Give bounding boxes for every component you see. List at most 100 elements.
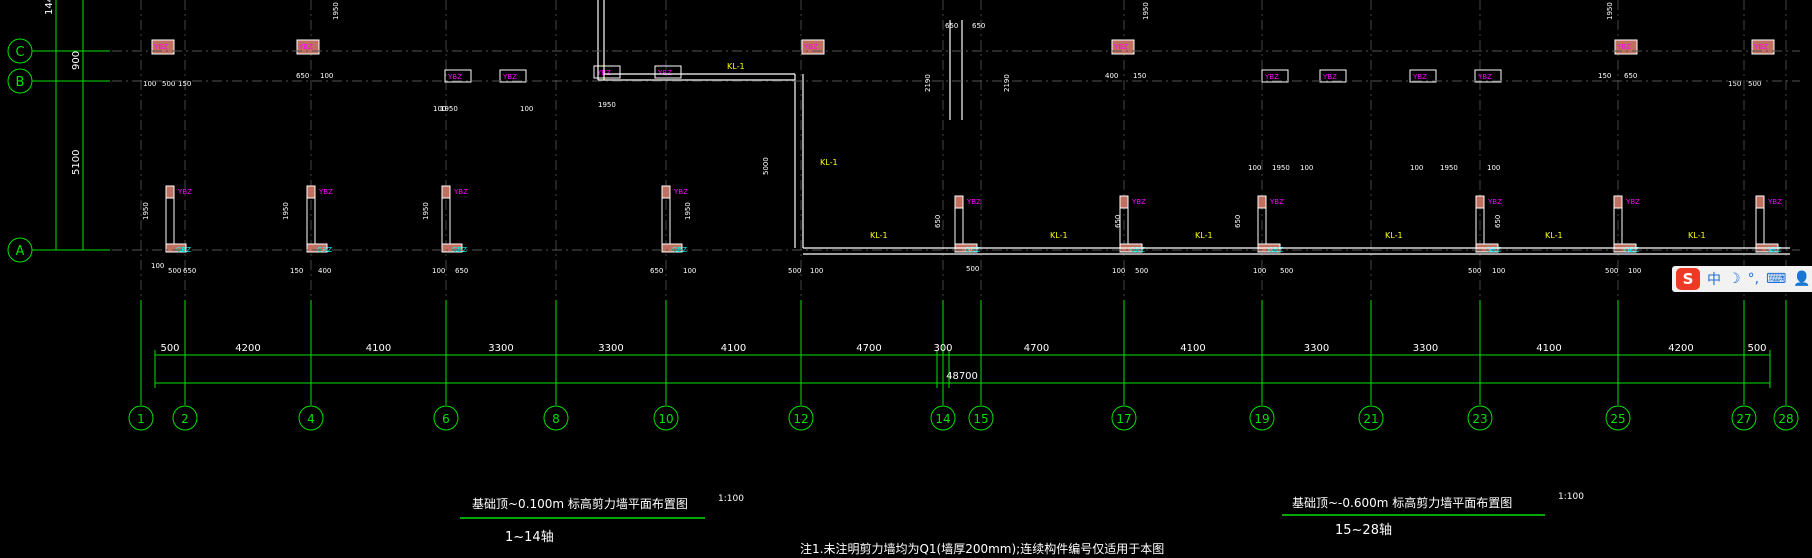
small-vdim-8: 2190 <box>924 74 932 92</box>
moon-icon[interactable]: ☽ <box>1728 271 1741 287</box>
segment-tag: YBZ <box>502 73 517 81</box>
corner-tag: YBZ <box>298 43 313 51</box>
title-left-block: 基础顶~0.100m 标高剪力墙平面布置图 1:100 1~14轴 <box>460 494 744 545</box>
row-bubble-c: C <box>7 38 33 64</box>
small-dim-27: 100 <box>1487 164 1500 172</box>
small-vdim-10: 650 <box>1114 215 1122 228</box>
keyboard-icon[interactable]: ⌨ <box>1766 271 1786 287</box>
small-dim-35: 400 <box>1105 72 1118 80</box>
wall-segment: YBZ <box>1474 69 1502 83</box>
dimension-lines: 500 4200 4100 3300 3300 4100 4700 300 4700 4100 33… <box>154 343 1771 388</box>
span-dim-8: 4700 <box>1024 343 1049 354</box>
small-dim-13: 500 <box>1135 267 1148 275</box>
title-left-scale: 1:100 <box>718 494 744 504</box>
small-vdim-6: 1950 <box>1606 2 1614 20</box>
span-dim-10: 3300 <box>1304 343 1329 354</box>
wall-segment: YBZ <box>1409 69 1437 83</box>
ime-toolbar[interactable]: S 中 ☽ °, ⌨ 👤 <box>1672 266 1812 292</box>
punctuation-icon[interactable]: °, <box>1748 271 1759 287</box>
dim-900: 900 <box>71 51 82 70</box>
small-dim-36: 150 <box>1133 72 1146 80</box>
row-a-label: A <box>16 244 25 259</box>
small-dim-17: 100 <box>1492 267 1505 275</box>
small-dim-7: 650 <box>650 267 663 275</box>
dim-5100: 5100 <box>71 150 82 175</box>
ybz-tag: YBZ <box>966 198 981 206</box>
axis-number-28: 28 <box>1778 412 1793 426</box>
span-dim-7: 300 <box>933 343 952 354</box>
axis-number-23: 23 <box>1472 412 1487 426</box>
small-vdim-7: 5000 <box>762 157 770 175</box>
ime-chinese-mode[interactable]: 中 <box>1707 269 1721 289</box>
ybz-tag: YBZ <box>1767 198 1782 206</box>
small-dim-26: 100 <box>1410 164 1423 172</box>
user-icon[interactable]: 👤 <box>1793 271 1810 287</box>
axis-number-19: 19 <box>1254 412 1269 426</box>
corner-tag: YBZ <box>1616 43 1631 51</box>
segment-tag: YBZ <box>1322 73 1337 81</box>
axis-number-14: 14 <box>935 412 950 426</box>
axis-number-1: 1 <box>137 412 145 426</box>
beam-label: KL-1 <box>870 231 888 240</box>
span-dim-6: 4700 <box>856 343 881 354</box>
span-dim-3: 3300 <box>488 343 513 354</box>
wall-segment: YBZ <box>654 65 682 79</box>
segment-tag: YBZ <box>657 69 672 77</box>
ybz-tag: YBZ <box>1131 198 1146 206</box>
drawing-note: 注1.未注明剪力墙均为Q1(墙厚200mm);连续构件编号仅适用于本图 <box>800 541 1164 556</box>
title-right-block: 基础顶~-0.600m 标高剪力墙平面布置图 1:100 15~28轴 <box>1282 492 1584 538</box>
ybz-tag: YBZ <box>453 188 468 196</box>
beam-label: KL-1 <box>1688 231 1706 240</box>
wall-corner: YBZ <box>1111 39 1135 55</box>
beam-label: KL-1 <box>1050 231 1068 240</box>
total-dim: 48700 <box>946 371 978 382</box>
beam-label: KL-1 <box>727 62 745 71</box>
axis-number-17: 17 <box>1116 412 1131 426</box>
small-vdim-13: 650 <box>934 215 942 228</box>
small-dim-33: 100 <box>433 105 446 113</box>
small-dim-15: 500 <box>1280 267 1293 275</box>
corner-tag: YBZ <box>1113 43 1128 51</box>
axis-number-4: 4 <box>307 412 315 426</box>
shear-walls: YBZGBZYBZGBZYBZGBZYBZGBZYBZGBZYBZGBZYBZG… <box>151 0 1790 255</box>
beam-label: KL-1 <box>1545 231 1563 240</box>
span-dim-11: 3300 <box>1413 343 1438 354</box>
title-left-sub: 1~14轴 <box>505 530 554 545</box>
small-vdim-11: 650 <box>1234 215 1242 228</box>
beam-label: KL-1 <box>820 158 838 167</box>
title-right-sub: 15~28轴 <box>1335 523 1392 538</box>
small-dim-18: 500 <box>1605 267 1618 275</box>
small-dim-23: 1950 <box>1440 164 1458 172</box>
row-c-label: C <box>15 45 24 60</box>
small-dim-14: 100 <box>1253 267 1266 275</box>
title-right-scale: 1:100 <box>1558 492 1584 502</box>
small-dim-8: 100 <box>683 267 696 275</box>
segment-tag: YBZ <box>447 73 462 81</box>
wall-pier: YBZGBZ <box>1755 195 1782 254</box>
segment-tag: YBZ <box>1477 73 1492 81</box>
beam-label: KL-1 <box>1195 231 1213 240</box>
small-dim-25: 100 <box>1300 164 1313 172</box>
small-dim-31: 650 <box>296 72 309 80</box>
span-dim-2: 4100 <box>366 343 391 354</box>
wall-corner: YBZ <box>1614 39 1638 55</box>
axis-number-21: 21 <box>1363 412 1378 426</box>
ybz-tag: YBZ <box>1625 198 1640 206</box>
span-dim-0: 500 <box>160 343 179 354</box>
small-dim-24: 100 <box>1248 164 1261 172</box>
axis-number-6: 6 <box>442 412 450 426</box>
small-dim-42: 650 <box>972 22 985 30</box>
small-dim-0: 100 <box>151 262 164 270</box>
span-dim-14: 500 <box>1747 343 1766 354</box>
axis-number-10: 10 <box>658 412 673 426</box>
span-dim-1: 4200 <box>235 343 260 354</box>
sogou-logo-icon[interactable]: S <box>1676 268 1700 290</box>
axis-number-25: 25 <box>1610 412 1625 426</box>
wall-segment: YBZ <box>1261 69 1289 83</box>
segment-tag: YBZ <box>1264 73 1279 81</box>
small-vdim-1: 1950 <box>282 202 290 220</box>
axis-number-12: 12 <box>793 412 808 426</box>
row-bubble-a: A <box>7 237 33 263</box>
small-dim-11: 500 <box>966 265 979 273</box>
segment-tag: YBZ <box>1412 73 1427 81</box>
